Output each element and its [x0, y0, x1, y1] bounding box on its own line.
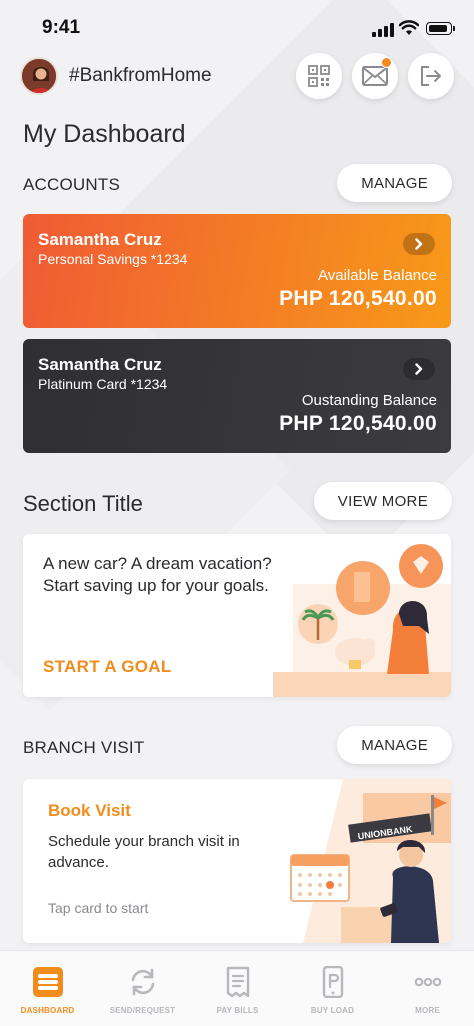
dashboard-icon: [33, 967, 63, 997]
book-visit-description: Schedule your branch visit in advance.: [48, 833, 240, 871]
logout-icon: [421, 66, 441, 86]
goal-promo-text: A new car? A dream vacation? Start savin…: [43, 554, 272, 595]
tab-send-request[interactable]: SEND/REQUEST: [95, 951, 190, 1026]
tab-label: MORE: [415, 1006, 440, 1015]
savings-goal-illustration: [273, 544, 451, 697]
account-details-button[interactable]: [403, 233, 435, 255]
section-title: Section Title: [23, 491, 143, 516]
status-time: 9:41: [42, 17, 81, 38]
qr-code-button[interactable]: [296, 53, 342, 99]
app-title: #BankfromHome: [69, 65, 212, 86]
balance-amount: PHP 120,540.00: [279, 287, 437, 310]
account-holder-name: Samantha Cruz: [38, 230, 162, 249]
tab-more[interactable]: MORE: [380, 951, 474, 1026]
branch-visit-label: BRANCH VISIT: [23, 738, 145, 757]
balance-amount: PHP 120,540.00: [279, 412, 437, 435]
more-icon: [414, 977, 442, 987]
chevron-right-icon: [415, 363, 423, 375]
mail-button[interactable]: [352, 53, 398, 99]
battery-icon: [426, 22, 455, 35]
status-bar: 9:41: [0, 0, 474, 52]
start-goal-link[interactable]: START A GOAL: [43, 657, 172, 677]
bottom-tab-bar: DASHBOARD SEND/REQUEST PAY BILLS BUY LOA…: [0, 950, 474, 1026]
balance-label: Oustanding Balance: [301, 392, 437, 409]
manage-branch-visit-button[interactable]: MANAGE: [337, 726, 452, 764]
tab-label: SEND/REQUEST: [109, 1006, 176, 1015]
book-visit-title: Book Visit: [48, 801, 131, 820]
avatar[interactable]: [20, 57, 58, 95]
account-type: Platinum Card *1234: [38, 376, 168, 392]
branch-visit-illustration: UNIONBANK: [290, 779, 451, 943]
cellular-signal-icon: [372, 23, 394, 37]
view-more-button[interactable]: VIEW MORE: [313, 482, 452, 520]
tab-pay-bills[interactable]: PAY BILLS: [190, 951, 285, 1026]
tab-label: PAY BILLS: [216, 1006, 259, 1015]
qr-code-icon: [308, 65, 330, 87]
tab-dashboard[interactable]: DASHBOARD: [0, 951, 95, 1026]
balance-label: Available Balance: [318, 267, 437, 284]
account-type: Personal Savings *1234: [38, 251, 188, 267]
book-visit-hint: Tap card to start: [48, 900, 149, 916]
goal-promo-card[interactable]: A new car? A dream vacation? Start savin…: [23, 534, 451, 697]
phone-load-icon: [322, 966, 344, 998]
book-visit-card[interactable]: Book Visit Schedule your branch visit in…: [23, 779, 451, 943]
sync-icon: [131, 968, 155, 996]
savings-account-card[interactable]: Samantha Cruz Personal Savings *1234 Ava…: [23, 214, 451, 328]
manage-accounts-button[interactable]: MANAGE: [337, 164, 452, 202]
credit-card-account-card[interactable]: Samantha Cruz Platinum Card *1234 Oustan…: [23, 339, 451, 453]
notification-dot: [381, 57, 392, 68]
wifi-icon: [399, 20, 419, 35]
account-details-button[interactable]: [403, 358, 435, 380]
tab-buy-load[interactable]: BUY LOAD: [285, 951, 380, 1026]
tab-label: DASHBOARD: [20, 1006, 75, 1015]
chevron-right-icon: [415, 238, 423, 250]
tab-label: BUY LOAD: [310, 1006, 355, 1015]
accounts-label: ACCOUNTS: [23, 175, 120, 194]
page-title: My Dashboard: [23, 120, 186, 148]
receipt-icon: [226, 966, 250, 998]
logout-button[interactable]: [408, 53, 454, 99]
mail-icon: [362, 66, 388, 86]
account-holder-name: Samantha Cruz: [38, 355, 162, 374]
